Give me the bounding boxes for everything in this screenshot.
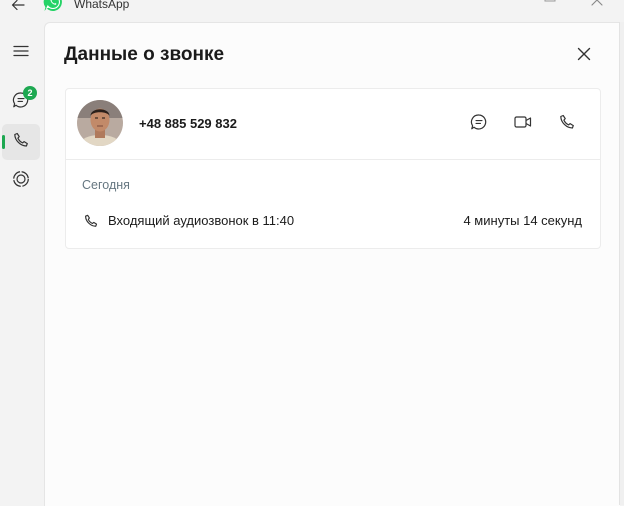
close-icon[interactable]: [588, 0, 606, 9]
close-icon: [577, 47, 591, 66]
page-title: Данные о звонке: [64, 44, 225, 65]
avatar[interactable]: [77, 100, 123, 146]
app-title: WhatsApp: [74, 0, 130, 11]
call-log-row: Входящий аудиозвонок в 11:40 4 минуты 14…: [66, 207, 600, 235]
back-arrow-icon[interactable]: [8, 0, 28, 15]
maximize-icon[interactable]: [542, 0, 558, 8]
call-description: Входящий аудиозвонок в 11:40: [108, 213, 295, 228]
active-indicator: [2, 135, 5, 149]
video-camera-icon: [514, 115, 532, 134]
contact-phone: +48 885 529 832: [139, 116, 237, 131]
sidebar: 2: [0, 22, 44, 505]
unread-badge: 2: [23, 86, 37, 100]
whatsapp-logo-icon: [42, 0, 64, 13]
window-edge: [619, 22, 624, 505]
phone-icon: [559, 114, 575, 135]
contact-row: +48 885 529 832: [66, 89, 600, 160]
close-panel-button[interactable]: [573, 45, 595, 67]
call-card: +48 885 529 832 Сегодня Входящий аудиозв…: [65, 88, 601, 249]
hamburger-menu-icon: [13, 44, 29, 62]
sidebar-item-status[interactable]: [2, 163, 40, 199]
title-bar: WhatsApp: [0, 0, 624, 22]
phone-icon: [13, 132, 29, 153]
audio-call-button[interactable]: [556, 113, 578, 135]
call-info-panel: Данные о звонке +48 885 529 832 Сегодня …: [44, 22, 620, 506]
message-button[interactable]: [468, 113, 490, 135]
day-label: Сегодня: [82, 178, 130, 192]
sidebar-item-calls[interactable]: [2, 124, 40, 160]
phone-icon: [83, 213, 99, 229]
video-call-button[interactable]: [512, 113, 534, 135]
status-ring-icon: [12, 170, 30, 193]
message-icon: [470, 113, 488, 136]
sidebar-item-chats[interactable]: 2: [2, 84, 40, 120]
call-duration: 4 минуты 14 секунд: [463, 213, 582, 228]
menu-button[interactable]: [2, 35, 40, 71]
